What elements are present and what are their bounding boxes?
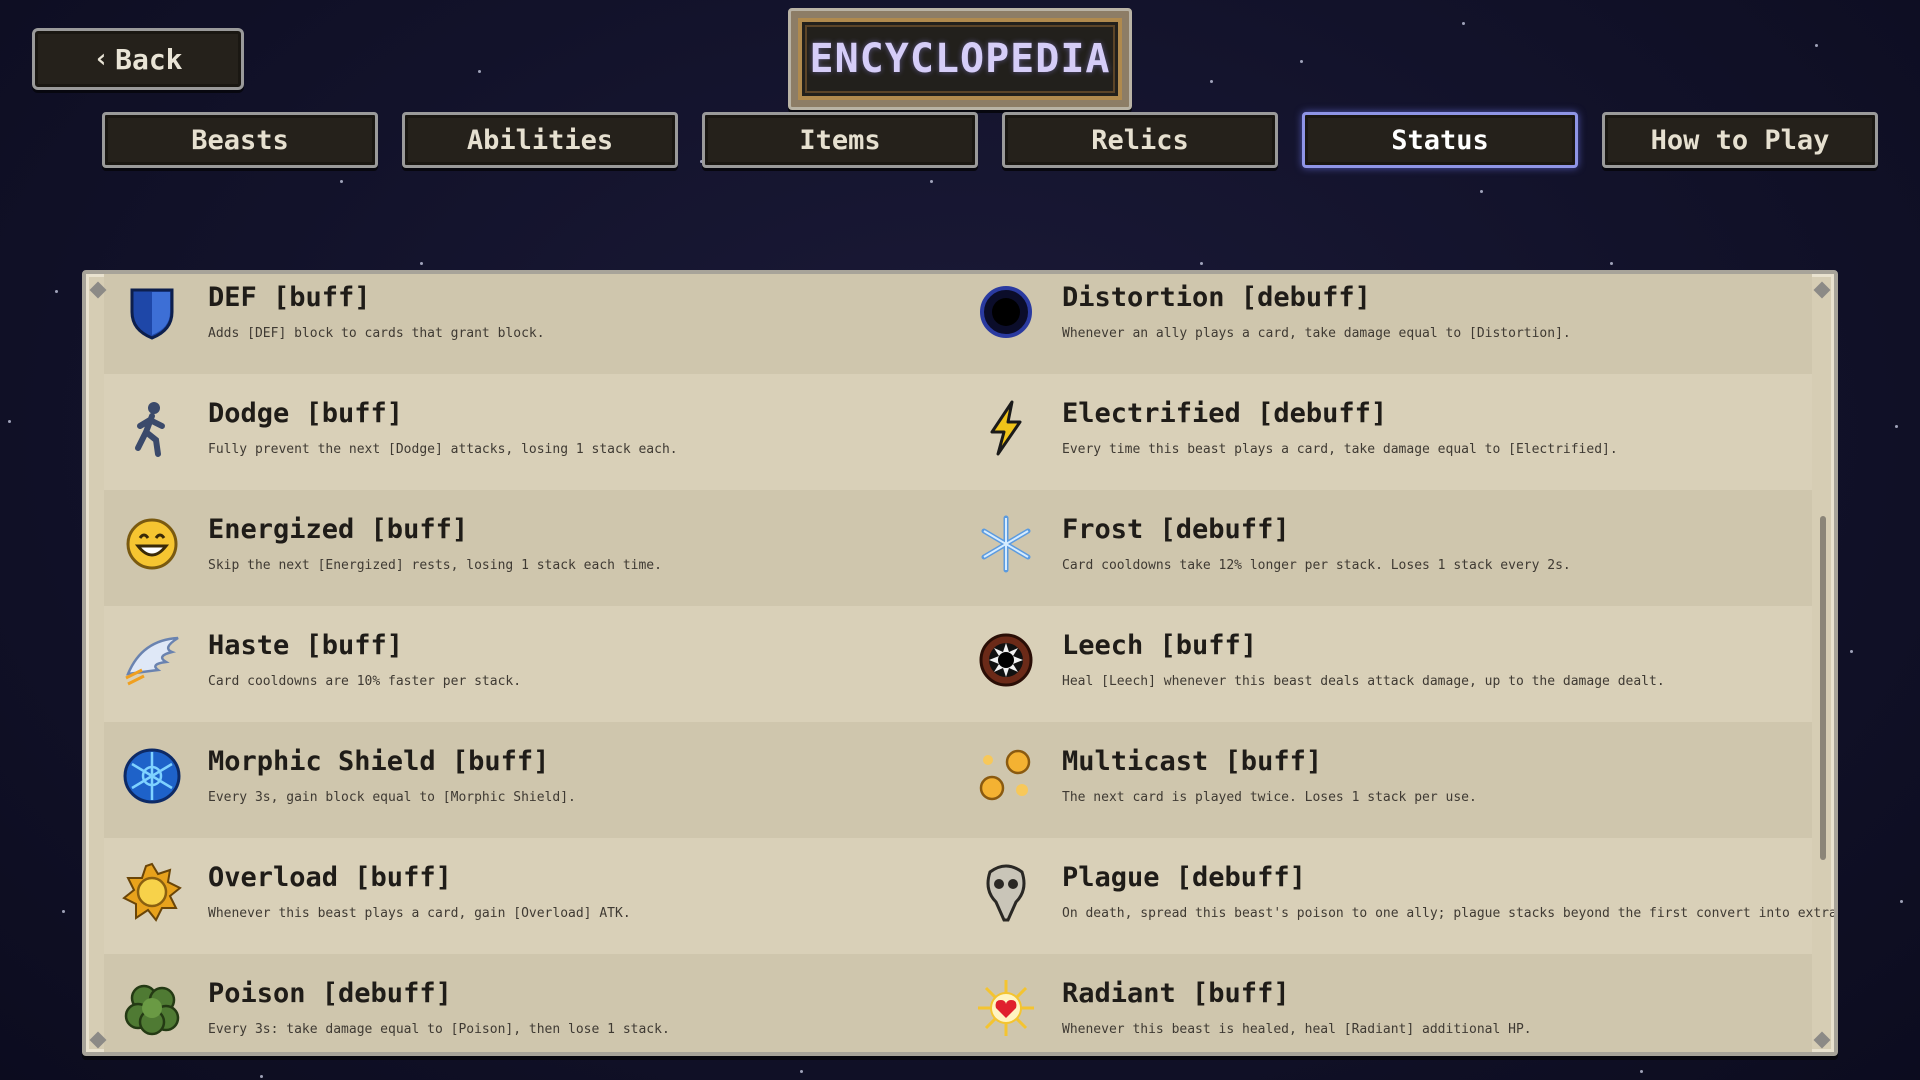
- status-entry[interactable]: Overload [buff] Whenever this beast plays…: [104, 838, 958, 954]
- star-dot: [478, 70, 481, 73]
- star-dot: [1850, 650, 1853, 653]
- status-row: Energized [buff] Skip the next [Energized…: [104, 490, 1812, 606]
- status-name: Morphic Shield [buff]: [208, 746, 550, 777]
- chevron-left-icon: ‹: [93, 44, 110, 74]
- status-name: DEF [buff]: [208, 282, 371, 313]
- status-entry[interactable]: Energized [buff] Skip the next [Energized…: [104, 490, 958, 606]
- status-row: Morphic Shield [buff] Every 3s, gain bloc…: [104, 722, 1812, 838]
- star-dot: [420, 262, 423, 265]
- status-list: DEF [buff] Adds [DEF] block to cards that…: [104, 274, 1834, 1052]
- grinning-face-icon: [122, 514, 182, 574]
- status-entry[interactable]: Radiant [buff] Whenever this beast is hea…: [958, 954, 1812, 1052]
- status-row: Dodge [buff] Fully prevent the next [Dodg…: [104, 374, 1812, 490]
- radiant-heart-icon: [976, 978, 1036, 1038]
- snowflake-icon: [976, 514, 1036, 574]
- star-dot: [1900, 900, 1903, 903]
- status-name: Plague [debuff]: [1062, 862, 1306, 893]
- status-row: Overload [buff] Whenever this beast plays…: [104, 838, 1834, 954]
- star-dot: [340, 180, 343, 183]
- status-name: Electrified [debuff]: [1062, 398, 1388, 429]
- poison-cloud-icon: [122, 978, 182, 1038]
- star-dot: [1610, 262, 1613, 265]
- status-description: Heal [Leech] whenever this beast deals a…: [1062, 674, 1665, 689]
- scrollbar-thumb[interactable]: [1820, 516, 1826, 860]
- tab-abilities[interactable]: Abilities: [402, 112, 678, 168]
- star-dot: [1895, 425, 1898, 428]
- hex-shield-icon: [122, 746, 182, 806]
- running-figure-icon: [122, 398, 182, 458]
- plague-mask-icon: [976, 862, 1036, 922]
- status-entry[interactable]: Multicast [buff] The next card is played …: [958, 722, 1812, 838]
- status-name: Haste [buff]: [208, 630, 404, 661]
- status-name: Frost [debuff]: [1062, 514, 1290, 545]
- orbs-icon: [976, 746, 1036, 806]
- tab-how-to-play[interactable]: How to Play: [1602, 112, 1878, 168]
- status-entry[interactable]: DEF [buff] Adds [DEF] block to cards that…: [104, 274, 958, 374]
- status-row: Haste [buff] Card cooldowns are 10% faste…: [104, 606, 1812, 722]
- winged-icon: [122, 630, 182, 690]
- status-entry[interactable]: Haste [buff] Card cooldowns are 10% faste…: [104, 606, 958, 722]
- star-dot: [1200, 262, 1203, 265]
- status-description: Fully prevent the next [Dodge] attacks, …: [208, 442, 678, 457]
- status-entry[interactable]: Frost [debuff] Card cooldowns take 12% lo…: [958, 490, 1812, 606]
- status-entry[interactable]: Morphic Shield [buff] Every 3s, gain bloc…: [104, 722, 958, 838]
- tab-status[interactable]: Status: [1302, 112, 1578, 168]
- scrollbar[interactable]: [1820, 294, 1826, 1038]
- star-dot: [1640, 1070, 1643, 1073]
- status-name: Radiant [buff]: [1062, 978, 1290, 1009]
- star-dot: [1480, 190, 1483, 193]
- status-description: Whenever this beast plays a card, gain […: [208, 906, 631, 921]
- sun-coin-icon: [122, 862, 182, 922]
- status-description: Every 3s, gain block equal to [Morphic S…: [208, 790, 576, 805]
- status-description: Adds [DEF] block to cards that grant blo…: [208, 326, 545, 341]
- status-name: Leech [buff]: [1062, 630, 1258, 661]
- status-entry[interactable]: Dodge [buff] Fully prevent the next [Dodg…: [104, 374, 958, 490]
- status-name: Distortion [debuff]: [1062, 282, 1371, 313]
- status-entry[interactable]: Distortion [debuff] Whenever an ally play…: [958, 274, 1812, 374]
- status-entry[interactable]: Electrified [debuff] Every time this beas…: [958, 374, 1812, 490]
- status-row: DEF [buff] Adds [DEF] block to cards that…: [104, 274, 1812, 374]
- status-entry[interactable]: Plague [debuff] On death, spread this bea…: [958, 838, 1834, 954]
- status-name: Energized [buff]: [208, 514, 469, 545]
- star-dot: [1210, 80, 1213, 83]
- page-title: ENCYCLOPEDIA: [798, 18, 1122, 100]
- star-dot: [1300, 60, 1303, 63]
- status-description: The next card is played twice. Loses 1 s…: [1062, 790, 1477, 805]
- shield-icon: [122, 282, 182, 342]
- back-button[interactable]: ‹ Back: [32, 28, 244, 90]
- tab-items[interactable]: Items: [702, 112, 978, 168]
- status-entry[interactable]: Poison [debuff] Every 3s: take damage equ…: [104, 954, 958, 1052]
- status-description: Whenever this beast is healed, heal [Rad…: [1062, 1022, 1532, 1037]
- status-description: On death, spread this beast's poison to …: [1062, 906, 1838, 921]
- status-description: Card cooldowns are 10% faster per stack.: [208, 674, 522, 689]
- status-description: Card cooldowns take 12% longer per stack…: [1062, 558, 1571, 573]
- status-name: Multicast [buff]: [1062, 746, 1323, 777]
- status-entry[interactable]: Leech [buff] Heal [Leech] whenever this b…: [958, 606, 1812, 722]
- star-dot: [1815, 44, 1818, 47]
- status-name: Dodge [buff]: [208, 398, 404, 429]
- status-description: Skip the next [Energized] rests, losing …: [208, 558, 662, 573]
- tab-relics[interactable]: Relics: [1002, 112, 1278, 168]
- tab-beasts[interactable]: Beasts: [102, 112, 378, 168]
- back-label: Back: [115, 42, 183, 76]
- status-description: Every 3s: take damage equal to [Poison],…: [208, 1022, 670, 1037]
- star-dot: [930, 180, 933, 183]
- status-row: Poison [debuff] Every 3s: take damage equ…: [104, 954, 1812, 1052]
- void-orb-icon: [976, 282, 1036, 342]
- status-list-panel: DEF [buff] Adds [DEF] block to cards that…: [82, 270, 1838, 1056]
- lightning-icon: [976, 398, 1036, 458]
- star-dot: [800, 1070, 803, 1073]
- star-dot: [62, 910, 65, 913]
- status-name: Overload [buff]: [208, 862, 452, 893]
- status-description: Every time this beast plays a card, take…: [1062, 442, 1618, 457]
- status-name: Poison [debuff]: [208, 978, 452, 1009]
- star-dot: [1462, 22, 1465, 25]
- leech-mouth-icon: [976, 630, 1036, 690]
- star-dot: [55, 290, 58, 293]
- title-plaque: ENCYCLOPEDIA: [788, 8, 1132, 110]
- star-dot: [8, 420, 11, 423]
- status-description: Whenever an ally plays a card, take dama…: [1062, 326, 1571, 341]
- star-dot: [260, 1075, 263, 1078]
